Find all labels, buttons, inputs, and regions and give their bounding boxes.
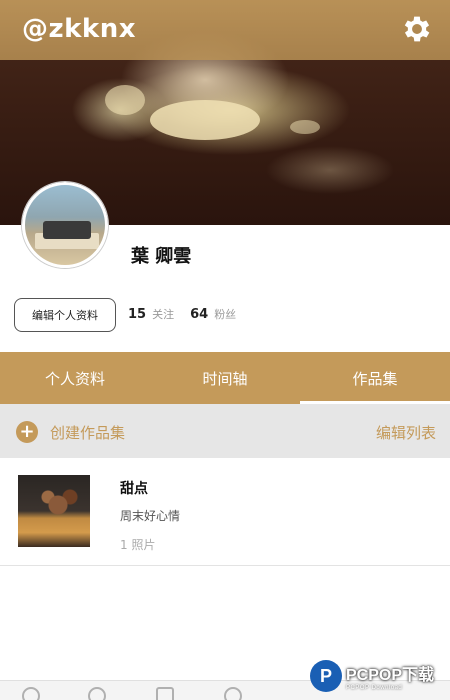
plus-circle-icon[interactable]: + (16, 421, 38, 443)
album-photo-count: 1 照片 (120, 538, 156, 552)
album-description: 周末好心情 (120, 509, 181, 523)
avatar[interactable] (22, 182, 108, 268)
display-name: 葉 卿雲 (131, 246, 192, 267)
profile-stats: 15 关注 64 粉丝 (128, 306, 252, 322)
username: @zkknx (22, 14, 136, 44)
edit-list-button[interactable]: 编辑列表 (376, 422, 436, 443)
cover-flour (150, 100, 260, 140)
camera-icon[interactable] (156, 687, 174, 700)
watermark-logo: P (310, 660, 342, 692)
profile-tabs: 个人资料 时间轴 作品集 (0, 352, 450, 404)
watermark-main: PCPOP下载 (346, 667, 435, 684)
watermark-sub: PCPOP Download (346, 685, 403, 691)
followers-label[interactable]: 粉丝 (214, 306, 236, 322)
gear-icon[interactable] (400, 12, 434, 46)
album-list-item[interactable]: 甜点 周末好心情 1 照片 (0, 458, 450, 566)
album-thumbnail[interactable] (18, 475, 90, 547)
cover-flour (105, 85, 145, 115)
followers-count[interactable]: 64 (190, 307, 208, 322)
following-count[interactable]: 15 (128, 307, 146, 322)
tab-timeline[interactable]: 时间轴 (150, 352, 300, 404)
create-collection-button[interactable]: 创建作品集 (50, 422, 125, 443)
tab-personal-info[interactable]: 个人资料 (0, 352, 150, 404)
tab-portfolio[interactable]: 作品集 (300, 352, 450, 404)
following-label[interactable]: 关注 (152, 306, 174, 322)
drop-icon[interactable] (220, 683, 246, 700)
album-title: 甜点 (120, 481, 148, 497)
search-icon[interactable] (88, 687, 106, 700)
watermark-text: PCPOP下载 PCPOP Download (346, 661, 434, 691)
edit-profile-button[interactable]: 编辑个人资料 (14, 298, 116, 332)
avatar-image-detail (43, 221, 91, 239)
collection-toolbar: + 创建作品集 编辑列表 (0, 404, 450, 458)
home-icon[interactable] (22, 687, 40, 700)
cover-flour (290, 120, 320, 134)
watermark: P PCPOP下载 PCPOP Download (310, 656, 450, 696)
